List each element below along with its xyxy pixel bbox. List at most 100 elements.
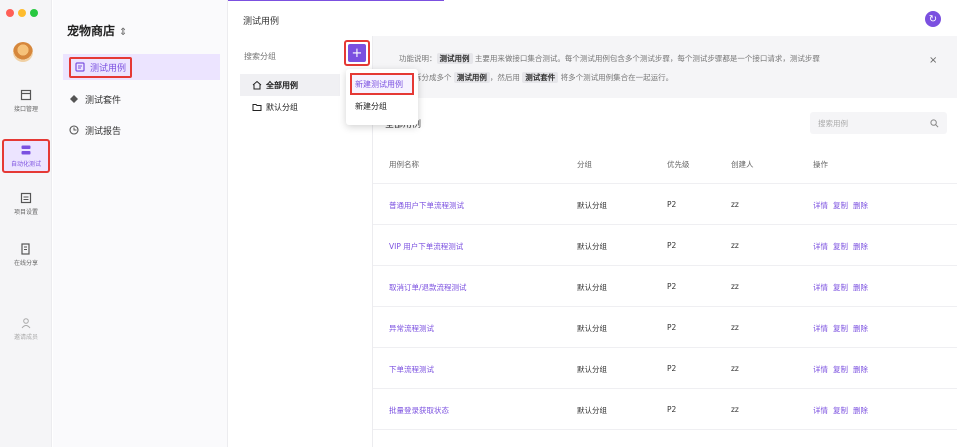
column-header: 操作 [813,160,828,169]
refresh-button[interactable]: ↻ [925,11,941,27]
case-group: 默认分组 [577,406,607,415]
case-group: 默认分组 [577,324,607,333]
case-group: 默认分组 [577,365,607,374]
case-group: 默认分组 [577,201,607,210]
rail-item-label: 自动化测试 [10,161,41,168]
copy-link[interactable]: 复制 [833,200,848,211]
delete-link[interactable]: 删除 [853,241,868,252]
group-item-label: 全部用例 [266,80,298,90]
delete-link[interactable]: 删除 [853,282,868,293]
project-name: 宠物商店 [67,24,116,38]
rail-item-invite[interactable]: 邀请成员 [2,312,50,346]
table-header: 用例名称 分组 优先级 创建人 操作 [373,143,957,184]
sidebar-item-label: 测试用例 [90,63,127,74]
case-actions: 详情 复制 删除 [813,405,868,416]
detail-link[interactable]: 详情 [813,241,828,252]
banner-prefix: 功能说明： [399,54,437,63]
home-icon [252,80,262,90]
menu-item-new-group[interactable]: 新建分组 [350,95,414,117]
rail-item-label: 在线分享 [13,260,38,267]
copy-link[interactable]: 复制 [833,323,848,334]
case-priority: P2 [667,323,677,332]
banner-text: 将多个测试用例集合在一起运行。 [558,73,674,82]
window-controls [6,9,38,17]
maximize-window-button[interactable] [30,9,38,17]
refresh-icon: ↻ [928,13,938,25]
group-item-label: 默认分组 [266,102,298,112]
case-actions: 详情 复制 删除 [813,323,868,334]
case-name-link[interactable]: 异常流程测试 [389,323,434,334]
copy-link[interactable]: 复制 [833,241,848,252]
banner-tag: 测试套件 [522,72,559,83]
detail-link[interactable]: 详情 [813,282,828,293]
project-switcher[interactable]: 宠物商店 ⇕ [67,22,127,39]
rail-item-api[interactable]: 接口管理 [2,84,50,118]
delete-link[interactable]: 删除 [853,405,868,416]
detail-link[interactable]: 详情 [813,405,828,416]
copy-link[interactable]: 复制 [833,405,848,416]
banner-tag: 测试用例 [436,53,473,64]
case-name-link[interactable]: 下单流程测试 [389,364,434,375]
detail-link[interactable]: 详情 [813,364,828,375]
close-window-button[interactable] [6,9,14,17]
table-row[interactable]: 下单流程测试 默认分组 P2 zz 详情 复制 删除 [373,348,957,389]
case-priority: P2 [667,241,677,250]
rail-item-label: 接口管理 [13,106,38,113]
case-actions: 详情 复制 删除 [813,241,868,252]
case-creator: zz [731,323,739,332]
detail-link[interactable]: 详情 [813,200,828,211]
table-row[interactable]: VIP 用户下单流程测试 默认分组 P2 zz 详情 复制 删除 [373,225,957,266]
case-name-link[interactable]: 取消订单/退款流程测试 [389,282,467,293]
sidebar-item-test-suites[interactable]: 测试套件 [63,86,220,112]
suite-icon [70,95,78,103]
add-button-highlight: + [344,40,370,66]
banner-text: ，然后用 [489,73,523,82]
table-row[interactable]: 异常流程测试 默认分组 P2 zz 详情 复制 删除 [373,307,957,348]
add-button[interactable]: + [348,44,366,62]
detail-link[interactable]: 详情 [813,323,828,334]
sidebar-item-label: 测试报告 [85,126,122,137]
delete-link[interactable]: 删除 [853,323,868,334]
automation-icon [21,145,31,155]
sidebar-item-test-cases[interactable]: 测试用例 [63,54,220,80]
add-dropdown-menu: 新建测试用例 新建分组 [346,69,418,125]
case-name-link[interactable]: 普通用户下单流程测试 [389,200,464,211]
sidebar-item-test-reports[interactable]: 测试报告 [63,117,220,143]
report-icon [69,125,79,135]
avatar[interactable] [13,42,33,62]
minimize-window-button[interactable] [18,9,26,17]
app-rail: 接口管理 自动化测试 项目设置 在线分享 邀请成员 [0,0,52,447]
copy-link[interactable]: 复制 [833,364,848,375]
menu-item-new-test-case[interactable]: 新建测试用例 [350,73,414,95]
group-item-default[interactable]: 默认分组 [240,96,340,118]
folder-icon [252,104,262,111]
case-priority: P2 [667,282,677,291]
sidebar-item-label: 测试套件 [85,95,122,106]
delete-link[interactable]: 删除 [853,200,868,211]
case-creator: zz [731,282,739,291]
table-row[interactable]: 批量登录获取状态 默认分组 P2 zz 详情 复制 删除 [373,389,957,430]
delete-link[interactable]: 删除 [853,364,868,375]
search-icon [930,118,939,127]
document-icon [75,62,85,72]
rail-item-settings[interactable]: 项目设置 [2,187,50,221]
case-priority: P2 [667,364,677,373]
group-item-all[interactable]: 全部用例 [240,74,340,96]
active-indicator [228,0,444,1]
banner-text: 主要用来做接口集合测试。每个测试用例包含多个测试步骤，每个测试步骤都是一个接口请… [472,54,820,63]
case-name-link[interactable]: VIP 用户下单流程测试 [389,241,463,252]
table-row[interactable]: 普通用户下单流程测试 默认分组 P2 zz 详情 复制 删除 [373,184,957,225]
copy-link[interactable]: 复制 [833,282,848,293]
case-search-input[interactable]: 搜索用例 [810,112,947,134]
group-search-input[interactable] [240,46,346,66]
api-icon [20,89,32,101]
case-actions: 详情 复制 删除 [813,200,868,211]
case-group: 默认分组 [577,283,607,292]
close-icon[interactable]: × [929,55,937,66]
rail-item-automation[interactable]: 自动化测试 [2,139,50,173]
rail-item-share[interactable]: 在线分享 [2,238,50,272]
rail-item-label: 邀请成员 [13,334,38,341]
table-row[interactable]: 取消订单/退款流程测试 默认分组 P2 zz 详情 复制 删除 [373,266,957,307]
case-search-placeholder: 搜索用例 [818,118,848,128]
case-name-link[interactable]: 批量登录获取状态 [389,405,449,416]
